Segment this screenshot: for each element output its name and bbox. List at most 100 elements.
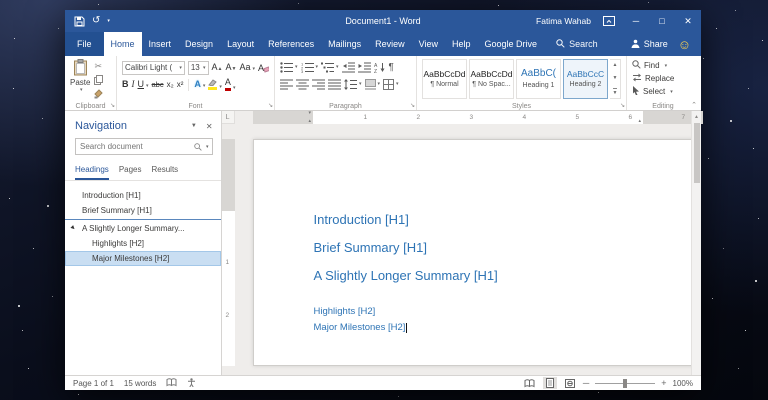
- tab-view[interactable]: View: [412, 32, 445, 56]
- decrease-indent-button[interactable]: [342, 62, 355, 73]
- numbering-button[interactable]: 123 ▾: [301, 62, 319, 73]
- undo-icon[interactable]: ↺: [92, 16, 100, 26]
- maximize-button[interactable]: □: [649, 10, 675, 32]
- superscript-button[interactable]: x²: [177, 81, 184, 89]
- text-effects-button[interactable]: A▾: [194, 80, 205, 89]
- indent-marker[interactable]: ▾: [309, 111, 312, 116]
- minimize-button[interactable]: ─: [623, 10, 649, 32]
- tab-design[interactable]: Design: [178, 32, 220, 56]
- close-button[interactable]: ✕: [675, 10, 701, 32]
- nav-item-major-milestones[interactable]: Major Milestones [H2]: [65, 251, 221, 266]
- search-box[interactable]: Search: [556, 32, 598, 56]
- accessibility-icon[interactable]: [187, 378, 196, 389]
- style-normal[interactable]: AaBbCcDd ¶ Normal: [422, 59, 467, 99]
- clipboard-dialog-launcher[interactable]: ↘: [110, 103, 115, 109]
- show-formatting-marks-button[interactable]: ¶: [389, 63, 394, 73]
- document-page[interactable]: Introduction [H1] Brief Summary [H1] A S…: [253, 139, 691, 366]
- font-color-button[interactable]: A▾: [225, 78, 236, 91]
- format-painter-icon[interactable]: [94, 89, 103, 99]
- tab-review[interactable]: Review: [368, 32, 412, 56]
- sort-button[interactable]: AZ: [374, 62, 386, 73]
- tab-file[interactable]: File: [65, 32, 104, 56]
- paste-button[interactable]: Paste ▾: [70, 59, 90, 99]
- zoom-slider[interactable]: [595, 379, 655, 388]
- scroll-up-icon[interactable]: ▲: [694, 111, 699, 120]
- style-heading-2[interactable]: AaBbCcC Heading 2: [563, 59, 608, 99]
- grow-font-button[interactable]: A▲: [212, 63, 223, 72]
- copy-icon[interactable]: [94, 75, 103, 85]
- gallery-down-icon[interactable]: ▼: [613, 75, 618, 81]
- tab-google-drive[interactable]: Google Drive: [478, 32, 545, 56]
- font-name-select[interactable]: Calibri Light ( ▾: [122, 61, 185, 75]
- tab-mailings[interactable]: Mailings: [321, 32, 368, 56]
- line-spacing-button[interactable]: ▾: [344, 79, 362, 90]
- read-mode-icon[interactable]: [523, 377, 537, 389]
- cut-icon[interactable]: ✂: [94, 62, 103, 71]
- vertical-scrollbar[interactable]: ▲: [691, 111, 701, 375]
- font-size-select[interactable]: 13 ▾: [188, 61, 209, 75]
- font-dialog-launcher[interactable]: ↘: [268, 103, 273, 109]
- zoom-in-button[interactable]: +: [661, 379, 666, 388]
- select-button[interactable]: Select ▾: [632, 85, 694, 98]
- subscript-button[interactable]: x₂: [167, 81, 174, 89]
- justify-button[interactable]: [328, 79, 341, 90]
- tab-layout[interactable]: Layout: [220, 32, 261, 56]
- qat-dropdown-icon[interactable]: ▾: [107, 19, 110, 24]
- tab-help[interactable]: Help: [445, 32, 478, 56]
- collapse-ribbon-icon[interactable]: ⌃: [691, 101, 697, 109]
- style-heading-1[interactable]: AaBbC( Heading 1: [516, 59, 561, 99]
- nav-search-input[interactable]: [76, 142, 194, 151]
- horizontal-ruler[interactable]: ▾ ▴ ▴ 1 2 3 4 5 6 7: [235, 111, 691, 124]
- highlight-color-button[interactable]: ▾: [208, 79, 222, 90]
- align-center-button[interactable]: [296, 79, 309, 90]
- zoom-level[interactable]: 100%: [673, 379, 693, 388]
- collapse-triangle-icon[interactable]: ▶: [69, 225, 76, 232]
- gallery-up-icon[interactable]: ▲: [613, 62, 618, 68]
- save-icon[interactable]: [74, 16, 85, 27]
- tab-insert[interactable]: Insert: [142, 32, 179, 56]
- replace-button[interactable]: Replace: [632, 72, 694, 85]
- align-right-button[interactable]: [312, 79, 325, 90]
- zoom-slider-thumb[interactable]: [623, 379, 627, 388]
- nav-pane-dropdown-icon[interactable]: ▼: [191, 123, 197, 129]
- styles-dialog-launcher[interactable]: ↘: [620, 103, 625, 109]
- strikethrough-button[interactable]: abc: [152, 81, 164, 89]
- tab-home[interactable]: Home: [104, 32, 142, 56]
- borders-button[interactable]: ▾: [383, 79, 399, 90]
- gallery-more-icon[interactable]: ▼: [613, 88, 618, 96]
- spellcheck-icon[interactable]: [166, 378, 177, 389]
- find-button[interactable]: Find ▾: [632, 59, 694, 72]
- shading-button[interactable]: ▾: [365, 79, 381, 90]
- nav-item-highlights[interactable]: Highlights [H2]: [65, 236, 221, 251]
- nav-tab-pages[interactable]: Pages: [119, 162, 142, 180]
- style-no-spacing[interactable]: AaBbCcDd ¶ No Spac...: [469, 59, 514, 99]
- underline-button[interactable]: U▾: [138, 80, 149, 89]
- clear-formatting-button[interactable]: A: [258, 63, 269, 73]
- nav-item-longer-summary[interactable]: ▶ A Slightly Longer Summary...: [65, 221, 221, 236]
- word-count[interactable]: 15 words: [124, 379, 156, 388]
- bold-button[interactable]: B: [122, 80, 129, 89]
- zoom-out-button[interactable]: ─: [583, 379, 589, 388]
- nav-pane-close-icon[interactable]: ✕: [206, 122, 213, 131]
- feedback-smiley-icon[interactable]: ☺: [676, 32, 701, 56]
- align-left-button[interactable]: [280, 79, 293, 90]
- web-layout-icon[interactable]: [563, 377, 577, 389]
- share-button[interactable]: Share: [623, 32, 676, 56]
- bullets-button[interactable]: ▾: [280, 62, 298, 73]
- nav-item-brief-summary[interactable]: Brief Summary [H1]: [65, 203, 221, 218]
- increase-indent-button[interactable]: [358, 62, 371, 73]
- print-layout-icon[interactable]: [543, 377, 557, 389]
- nav-search-button[interactable]: ▾: [194, 143, 212, 151]
- shrink-font-button[interactable]: A▼: [226, 63, 237, 72]
- user-name[interactable]: Fatima Wahab: [536, 16, 591, 26]
- page-indicator[interactable]: Page 1 of 1: [73, 379, 114, 388]
- change-case-button[interactable]: Aa▾: [239, 63, 255, 72]
- nav-tab-headings[interactable]: Headings: [75, 162, 109, 180]
- multilevel-list-button[interactable]: ▾: [321, 62, 339, 73]
- tab-references[interactable]: References: [261, 32, 321, 56]
- nav-tab-results[interactable]: Results: [152, 162, 179, 180]
- vertical-ruler[interactable]: 1 2: [222, 124, 235, 375]
- italic-button[interactable]: I: [132, 80, 135, 89]
- paragraph-dialog-launcher[interactable]: ↘: [410, 103, 415, 109]
- scrollbar-thumb[interactable]: [694, 123, 700, 183]
